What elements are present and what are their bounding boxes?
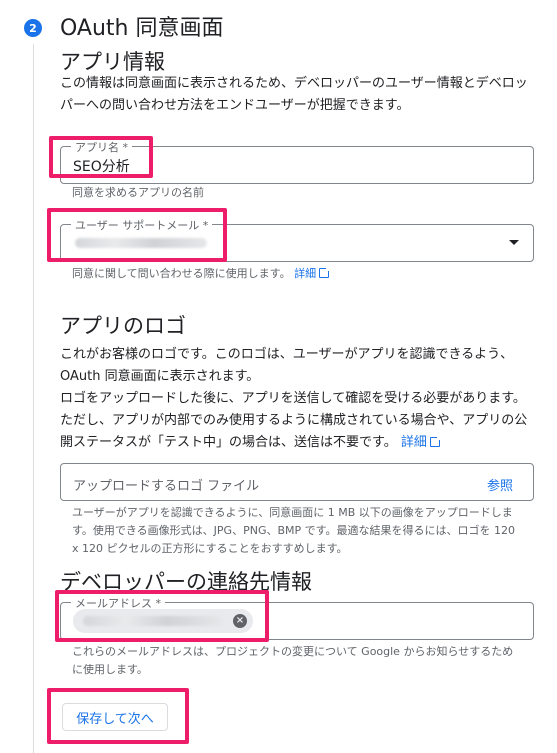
app-logo-description-1: これがお客様のロゴです。このロゴは、ユーザーがアプリを認識できるよう、OAuth… xyxy=(60,347,514,384)
logo-helper: ユーザーがアプリを認識できるように、同意画面に 1 MB 以下の画像をアップロー… xyxy=(72,506,516,555)
app-name-field[interactable]: アプリ名 * SEO分析 xyxy=(60,139,534,184)
app-name-label: アプリ名 * xyxy=(71,139,132,155)
stepper-line xyxy=(33,44,34,753)
open-in-new-icon xyxy=(429,435,442,447)
redacted-email xyxy=(75,238,207,248)
app-logo-description-2-text: ロゴをアップロードした後に、アプリを送信して確認を受ける必要があります。ただし、… xyxy=(60,391,528,450)
app-name-value: SEO分析 xyxy=(73,159,130,175)
save-and-continue-button[interactable]: 保存して次へ xyxy=(62,703,168,731)
app-info-description: この情報は同意画面に表示されるため、デベロッパーのユーザー情報とデベロッパーへの… xyxy=(60,76,528,113)
app-logo-heading: アプリのロゴ xyxy=(60,314,186,338)
app-logo-learn-more-link[interactable]: 詳細 xyxy=(401,435,442,450)
developer-contact-heading: デベロッパーの連絡先情報 xyxy=(60,570,312,594)
app-info-heading: アプリ情報 xyxy=(60,50,165,74)
email-chip[interactable]: × xyxy=(73,609,253,633)
browse-button[interactable]: 参照 xyxy=(487,475,513,494)
logo-file-field[interactable]: アップロードするロゴ ファイル 参照 xyxy=(60,463,534,501)
cancel-circle-icon[interactable]: × xyxy=(233,614,247,628)
caret-down-icon[interactable] xyxy=(509,240,519,245)
app-name-helper: 同意を求めるアプリの名前 xyxy=(72,186,204,199)
step-number-badge: 2 xyxy=(24,19,42,37)
support-email-helper: 同意に関して問い合わせる際に使用します。 詳細 xyxy=(72,265,522,283)
support-email-learn-more-link[interactable]: 詳細 xyxy=(294,266,332,280)
step-title: OAuth 同意画面 xyxy=(60,16,224,41)
support-email-label: ユーザー サポートメール * xyxy=(71,217,213,233)
developer-email-helper: これらのメールアドレスは、プロジェクトの変更について Google からお知らせ… xyxy=(72,645,514,676)
developer-email-field[interactable]: メールアドレス * × xyxy=(60,595,534,640)
support-email-select[interactable]: ユーザー サポートメール * xyxy=(60,217,534,262)
support-email-helper-text: 同意に関して問い合わせる際に使用します。 xyxy=(72,267,291,280)
app-logo-description-2: ロゴをアップロードした後に、アプリを送信して確認を受ける必要があります。ただし、… xyxy=(60,388,538,454)
logo-file-placeholder: アップロードするロゴ ファイル xyxy=(73,479,260,494)
open-in-new-icon xyxy=(319,266,332,278)
redacted-email xyxy=(83,616,223,626)
